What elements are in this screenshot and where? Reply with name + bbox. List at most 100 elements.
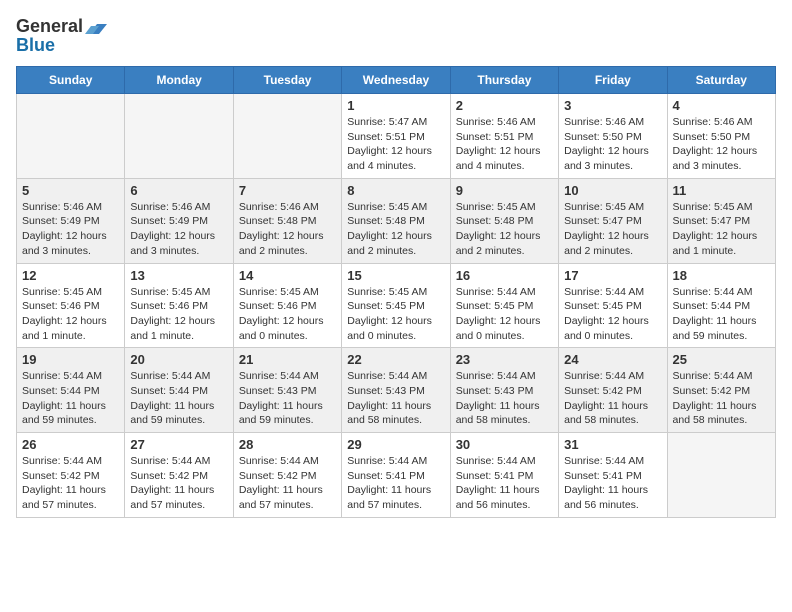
- calendar-cell: 16 Sunrise: 5:44 AM Sunset: 5:45 PM Dayli…: [450, 263, 558, 348]
- day-info: Sunrise: 5:46 AM Sunset: 5:49 PM Dayligh…: [130, 200, 227, 259]
- day-number: 26: [22, 437, 119, 452]
- day-number: 13: [130, 268, 227, 283]
- day-info: Sunrise: 5:44 AM Sunset: 5:45 PM Dayligh…: [564, 285, 661, 344]
- calendar-week-row: 26 Sunrise: 5:44 AM Sunset: 5:42 PM Dayli…: [17, 433, 776, 518]
- calendar-cell: 27Sunrise: 5:44 AM Sunset: 5:42 PM Dayli…: [125, 433, 233, 518]
- day-number: 17: [564, 268, 661, 283]
- calendar-header-sunday: Sunday: [17, 67, 125, 94]
- day-number: 11: [673, 183, 770, 198]
- day-info: Sunrise: 5:44 AM Sunset: 5:41 PM Dayligh…: [347, 454, 444, 513]
- logo-blue: Blue: [16, 35, 55, 56]
- page-header: General Blue: [16, 16, 776, 56]
- day-number: 31: [564, 437, 661, 452]
- calendar-table: SundayMondayTuesdayWednesdayThursdayFrid…: [16, 66, 776, 518]
- calendar-header-wednesday: Wednesday: [342, 67, 450, 94]
- calendar-cell: 14 Sunrise: 5:45 AM Sunset: 5:46 PM Dayli…: [233, 263, 341, 348]
- logo-icon: [85, 20, 107, 36]
- calendar-header-saturday: Saturday: [667, 67, 775, 94]
- day-number: 5: [22, 183, 119, 198]
- day-number: 24: [564, 352, 661, 367]
- calendar-cell: 23Sunrise: 5:44 AM Sunset: 5:43 PM Dayli…: [450, 348, 558, 433]
- calendar-cell: 4 Sunrise: 5:46 AM Sunset: 5:50 PM Daylig…: [667, 94, 775, 179]
- calendar-cell: 11 Sunrise: 5:45 AM Sunset: 5:47 PM Dayli…: [667, 178, 775, 263]
- calendar-cell: 15 Sunrise: 5:45 AM Sunset: 5:45 PM Dayli…: [342, 263, 450, 348]
- calendar-cell: 24 Sunrise: 5:44 AM Sunset: 5:42 PM Dayli…: [559, 348, 667, 433]
- day-info: Sunrise: 5:44 AM Sunset: 5:44 PM Dayligh…: [130, 369, 227, 428]
- day-info: Sunrise: 5:46 AM Sunset: 5:48 PM Dayligh…: [239, 200, 336, 259]
- calendar-cell: 22 Sunrise: 5:44 AM Sunset: 5:43 PM Dayli…: [342, 348, 450, 433]
- calendar-cell: 31 Sunrise: 5:44 AM Sunset: 5:41 PM Dayli…: [559, 433, 667, 518]
- day-info: Sunrise: 5:44 AM Sunset: 5:42 PM Dayligh…: [564, 369, 661, 428]
- day-info: Sunrise: 5:44 AM Sunset: 5:42 PM Dayligh…: [22, 454, 119, 513]
- calendar-cell: 8Sunrise: 5:45 AM Sunset: 5:48 PM Daylig…: [342, 178, 450, 263]
- calendar-cell: 19 Sunrise: 5:44 AM Sunset: 5:44 PM Dayli…: [17, 348, 125, 433]
- calendar-cell: [667, 433, 775, 518]
- day-number: 1: [347, 98, 444, 113]
- day-info: Sunrise: 5:46 AM Sunset: 5:50 PM Dayligh…: [564, 115, 661, 174]
- day-number: 16: [456, 268, 553, 283]
- day-info: Sunrise: 5:44 AM Sunset: 5:44 PM Dayligh…: [22, 369, 119, 428]
- calendar-cell: 18 Sunrise: 5:44 AM Sunset: 5:44 PM Dayli…: [667, 263, 775, 348]
- day-number: 18: [673, 268, 770, 283]
- calendar-cell: 17 Sunrise: 5:44 AM Sunset: 5:45 PM Dayli…: [559, 263, 667, 348]
- day-info: Sunrise: 5:45 AM Sunset: 5:48 PM Dayligh…: [456, 200, 553, 259]
- day-number: 4: [673, 98, 770, 113]
- day-info: Sunrise: 5:45 AM Sunset: 5:46 PM Dayligh…: [130, 285, 227, 344]
- day-number: 25: [673, 352, 770, 367]
- day-number: 19: [22, 352, 119, 367]
- calendar-cell: 7 Sunrise: 5:46 AM Sunset: 5:48 PM Daylig…: [233, 178, 341, 263]
- calendar-cell: 21Sunrise: 5:44 AM Sunset: 5:43 PM Dayli…: [233, 348, 341, 433]
- calendar-cell: 6Sunrise: 5:46 AM Sunset: 5:49 PM Daylig…: [125, 178, 233, 263]
- day-info: Sunrise: 5:45 AM Sunset: 5:47 PM Dayligh…: [673, 200, 770, 259]
- day-info: Sunrise: 5:44 AM Sunset: 5:43 PM Dayligh…: [347, 369, 444, 428]
- day-info: Sunrise: 5:44 AM Sunset: 5:41 PM Dayligh…: [456, 454, 553, 513]
- day-info: Sunrise: 5:44 AM Sunset: 5:43 PM Dayligh…: [239, 369, 336, 428]
- day-info: Sunrise: 5:44 AM Sunset: 5:44 PM Dayligh…: [673, 285, 770, 344]
- day-info: Sunrise: 5:47 AM Sunset: 5:51 PM Dayligh…: [347, 115, 444, 174]
- day-info: Sunrise: 5:46 AM Sunset: 5:51 PM Dayligh…: [456, 115, 553, 174]
- calendar-cell: [17, 94, 125, 179]
- day-info: Sunrise: 5:45 AM Sunset: 5:48 PM Dayligh…: [347, 200, 444, 259]
- calendar-cell: 5 Sunrise: 5:46 AM Sunset: 5:49 PM Daylig…: [17, 178, 125, 263]
- calendar-cell: 10Sunrise: 5:45 AM Sunset: 5:47 PM Dayli…: [559, 178, 667, 263]
- day-info: Sunrise: 5:44 AM Sunset: 5:41 PM Dayligh…: [564, 454, 661, 513]
- day-number: 2: [456, 98, 553, 113]
- day-number: 10: [564, 183, 661, 198]
- calendar-cell: 28 Sunrise: 5:44 AM Sunset: 5:42 PM Dayli…: [233, 433, 341, 518]
- calendar-header-friday: Friday: [559, 67, 667, 94]
- day-info: Sunrise: 5:44 AM Sunset: 5:42 PM Dayligh…: [239, 454, 336, 513]
- day-number: 30: [456, 437, 553, 452]
- day-info: Sunrise: 5:44 AM Sunset: 5:42 PM Dayligh…: [673, 369, 770, 428]
- calendar-cell: 30 Sunrise: 5:44 AM Sunset: 5:41 PM Dayli…: [450, 433, 558, 518]
- day-number: 22: [347, 352, 444, 367]
- day-number: 12: [22, 268, 119, 283]
- day-info: Sunrise: 5:46 AM Sunset: 5:50 PM Dayligh…: [673, 115, 770, 174]
- calendar-cell: 25 Sunrise: 5:44 AM Sunset: 5:42 PM Dayli…: [667, 348, 775, 433]
- day-number: 27: [130, 437, 227, 452]
- day-info: Sunrise: 5:45 AM Sunset: 5:46 PM Dayligh…: [22, 285, 119, 344]
- day-number: 14: [239, 268, 336, 283]
- calendar-cell: 9 Sunrise: 5:45 AM Sunset: 5:48 PM Daylig…: [450, 178, 558, 263]
- logo: General Blue: [16, 16, 107, 56]
- day-info: Sunrise: 5:44 AM Sunset: 5:45 PM Dayligh…: [456, 285, 553, 344]
- day-number: 9: [456, 183, 553, 198]
- calendar-header-tuesday: Tuesday: [233, 67, 341, 94]
- calendar-cell: [125, 94, 233, 179]
- calendar-header-thursday: Thursday: [450, 67, 558, 94]
- calendar-cell: 26 Sunrise: 5:44 AM Sunset: 5:42 PM Dayli…: [17, 433, 125, 518]
- calendar-cell: 29 Sunrise: 5:44 AM Sunset: 5:41 PM Dayli…: [342, 433, 450, 518]
- calendar-week-row: 19 Sunrise: 5:44 AM Sunset: 5:44 PM Dayli…: [17, 348, 776, 433]
- day-number: 28: [239, 437, 336, 452]
- calendar-week-row: 5 Sunrise: 5:46 AM Sunset: 5:49 PM Daylig…: [17, 178, 776, 263]
- day-info: Sunrise: 5:46 AM Sunset: 5:49 PM Dayligh…: [22, 200, 119, 259]
- day-number: 20: [130, 352, 227, 367]
- calendar-cell: [233, 94, 341, 179]
- day-info: Sunrise: 5:44 AM Sunset: 5:43 PM Dayligh…: [456, 369, 553, 428]
- day-info: Sunrise: 5:45 AM Sunset: 5:46 PM Dayligh…: [239, 285, 336, 344]
- day-number: 15: [347, 268, 444, 283]
- day-number: 3: [564, 98, 661, 113]
- day-info: Sunrise: 5:45 AM Sunset: 5:45 PM Dayligh…: [347, 285, 444, 344]
- day-number: 7: [239, 183, 336, 198]
- calendar-week-row: 1 Sunrise: 5:47 AM Sunset: 5:51 PM Daylig…: [17, 94, 776, 179]
- day-number: 29: [347, 437, 444, 452]
